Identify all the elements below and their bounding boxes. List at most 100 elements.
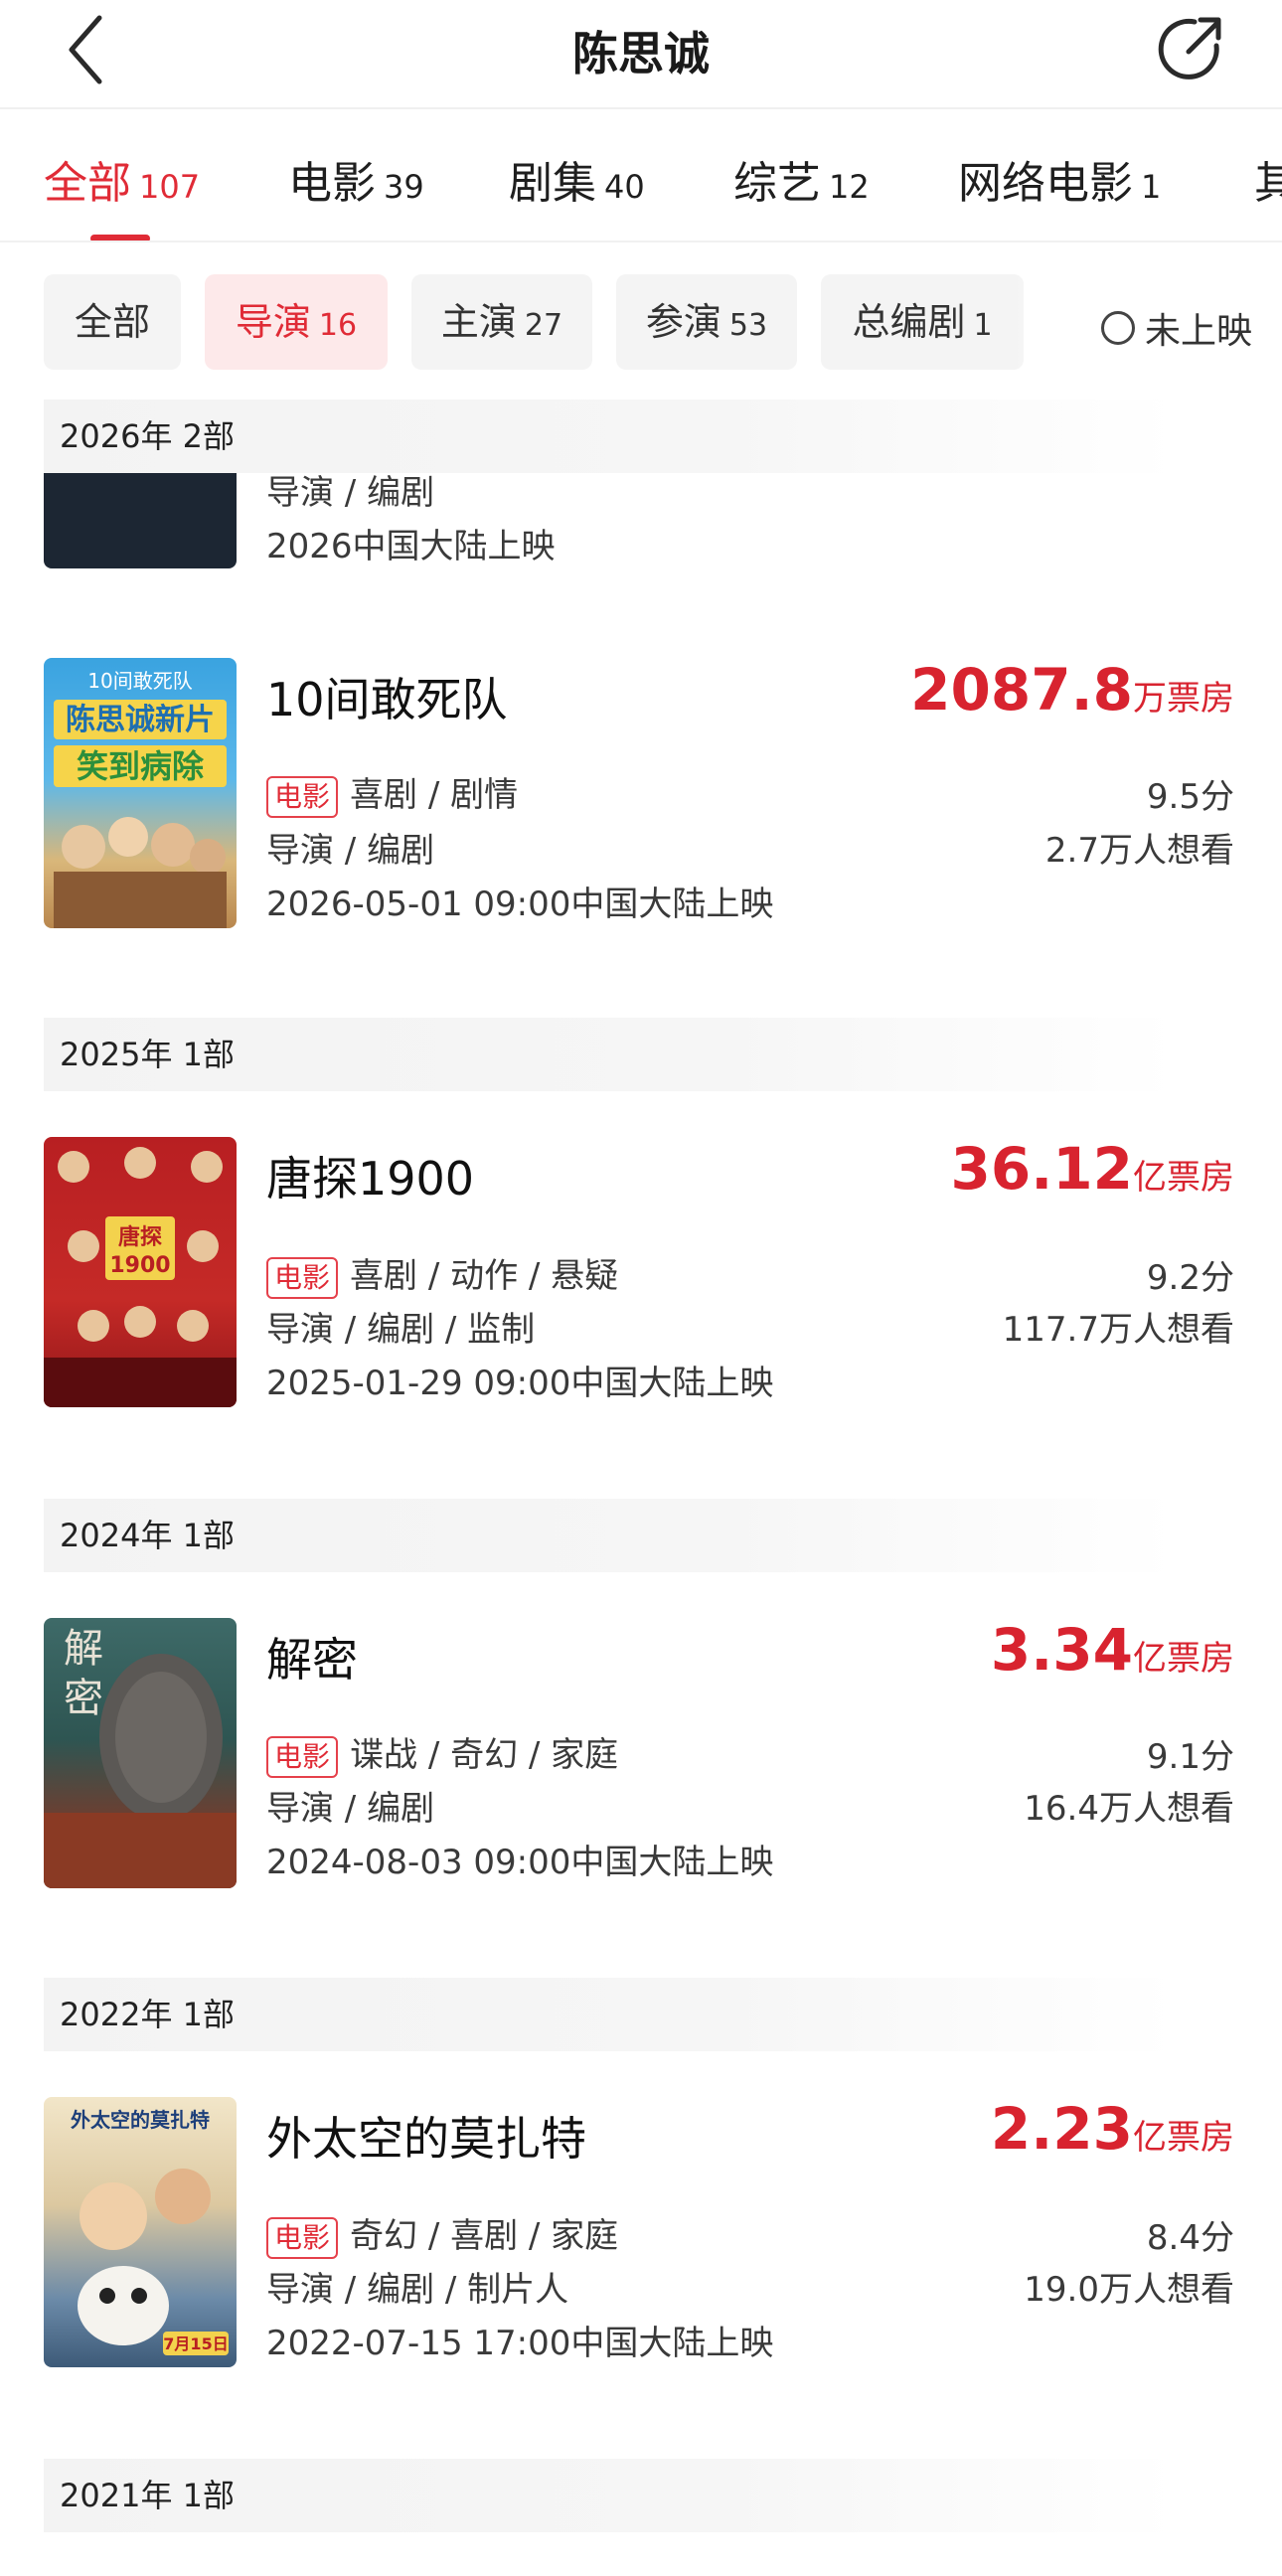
poster-text: 7月15日: [163, 2334, 228, 2353]
box-office: 2.23亿票房: [991, 2095, 1234, 2163]
year-header: 2022年 1部: [44, 1978, 1177, 2051]
box-value: 36.12: [950, 1135, 1133, 1203]
movie-genres: 电影 喜剧 / 动作 / 悬疑: [266, 1248, 618, 1299]
movie-title[interactable]: 10间敢死队: [266, 664, 508, 729]
movie-roles: 导演 / 编剧: [266, 831, 435, 871]
filter-lead-actor[interactable]: 主演 27: [411, 274, 592, 370]
movie-wish-count: 16.4万人想看: [1024, 1789, 1234, 1829]
movie-score: 9.2分: [1146, 1258, 1234, 1298]
filter-all[interactable]: 全部: [44, 274, 181, 370]
radio-icon: [1100, 311, 1135, 345]
unreleased-toggle[interactable]: 未上映: [1100, 302, 1252, 354]
poster-image[interactable]: 10间敢死队 陈思诚新片 笑到病除: [44, 658, 237, 928]
box-office: 36.12亿票房: [951, 1135, 1234, 1203]
tab-label: 其: [1254, 158, 1282, 209]
poster-image[interactable]: 唐探 1900: [44, 1137, 237, 1407]
poster-text: 外太空的莫扎特: [71, 2108, 210, 2132]
poster-text: 笑到病除: [77, 747, 205, 785]
poster-text: 1900: [109, 1253, 170, 1278]
chip-count: 1: [973, 308, 993, 343]
movie-release: 2022-07-15 17:00中国大陆上映: [266, 2324, 774, 2363]
tab-count: 40: [604, 168, 645, 206]
tab-count: 1: [1141, 168, 1162, 206]
filter-director[interactable]: 导演 16: [205, 274, 388, 370]
type-tag: 电影: [266, 1256, 339, 1299]
tab-series[interactable]: 剧集 40: [509, 147, 645, 211]
chip-count: 27: [524, 308, 563, 343]
year-header: 2024年 1部: [44, 1499, 1177, 1572]
tab-label: 综艺: [733, 158, 821, 209]
genre-text: 喜剧 / 动作 / 悬疑: [350, 1256, 619, 1296]
tab-count: 107: [139, 168, 201, 206]
tab-variety[interactable]: 综艺 12: [733, 147, 870, 211]
genre-text: 谍战 / 奇幻 / 家庭: [350, 1735, 619, 1775]
box-value: 2.23: [990, 2095, 1133, 2163]
box-unit: 亿票房: [1133, 2118, 1234, 2158]
chip-label: 参演: [645, 300, 721, 344]
share-button[interactable]: [1155, 12, 1226, 83]
poster-text: 唐探: [118, 1224, 162, 1250]
chip-count: 53: [728, 308, 768, 343]
tab-all[interactable]: 全部 107: [44, 147, 200, 211]
poster-art: 解 密: [44, 1626, 237, 1888]
type-tag: 电影: [266, 775, 339, 818]
category-tabs: 全部107 电影39 剧集40 综艺12 网络电影1 其: [0, 111, 1282, 242]
poster-image[interactable]: 解 密: [44, 1618, 237, 1888]
filter-head-writer[interactable]: 总编剧 1: [821, 274, 1024, 370]
movie-roles: 导演 / 编剧: [266, 1789, 435, 1829]
tab-count: 12: [829, 168, 870, 206]
movie-release: 2026中国大陆上映: [266, 527, 556, 566]
tab-label: 全部: [44, 158, 131, 209]
movie-genres: 电影 谍战 / 奇幻 / 家庭: [266, 1727, 618, 1778]
movie-score: 8.4分: [1146, 2218, 1234, 2258]
movie-title[interactable]: 解密: [266, 1624, 358, 1690]
scroll-fade: [1014, 274, 1103, 370]
movie-score: 9.5分: [1146, 777, 1234, 817]
genre-text: 喜剧 / 剧情: [350, 775, 519, 815]
year-header: 2021年 1部: [44, 2459, 1177, 2532]
movie-roles: 导演 / 编剧 / 监制: [266, 1310, 536, 1350]
share-icon: [1158, 17, 1221, 80]
type-tag: 电影: [266, 2216, 339, 2259]
poster-text: 解: [64, 1626, 103, 1672]
movie-genres: 电影 奇幻 / 喜剧 / 家庭: [266, 2208, 618, 2259]
tab-label: 网络电影: [958, 158, 1133, 209]
box-value: 3.34: [990, 1616, 1133, 1684]
movie-genres: 电影 喜剧 / 剧情: [266, 767, 518, 818]
unreleased-label: 未上映: [1144, 311, 1252, 352]
tab-web-movie[interactable]: 网络电影 1: [958, 147, 1161, 211]
poster-art: 外太空的莫扎特 7月15日: [71, 2108, 229, 2355]
movie-roles: 导演 / 编剧 / 制片人: [266, 2270, 569, 2310]
chip-label: 主演: [440, 300, 517, 344]
year-header: 2025年 1部: [44, 1018, 1177, 1091]
page-title: 陈思诚: [572, 27, 710, 80]
poster-text: 陈思诚新片: [66, 703, 215, 737]
poster-image[interactable]: 外太空的莫扎特 7月15日: [44, 2097, 237, 2367]
role-filter-bar: 全部 导演 16 主演 27 参演 53 总编剧 1 未上映: [0, 244, 1282, 396]
poster-text: 10间敢死队: [87, 669, 192, 693]
box-unit: 亿票房: [1133, 1639, 1234, 1679]
movie-release: 2025-01-29 09:00中国大陆上映: [266, 1364, 774, 1403]
poster-image[interactable]: [44, 473, 237, 568]
chip-label: 导演: [235, 300, 311, 344]
filter-cast[interactable]: 参演 53: [616, 274, 797, 370]
movie-score: 9.1分: [1146, 1737, 1234, 1777]
year-header: 2026年 2部: [44, 400, 1177, 473]
movie-release: 2026-05-01 09:00中国大陆上映: [266, 885, 774, 924]
chip-label: 全部: [74, 300, 150, 344]
movie-wish-count: 19.0万人想看: [1024, 2270, 1234, 2310]
tab-movie[interactable]: 电影 39: [288, 147, 424, 211]
movie-title[interactable]: 唐探1900: [266, 1143, 474, 1208]
movie-wish-count: 2.7万人想看: [1044, 831, 1234, 871]
movie-release: 2024-08-03 09:00中国大陆上映: [266, 1843, 774, 1882]
genre-text: 奇幻 / 喜剧 / 家庭: [350, 2216, 619, 2256]
box-office: 2087.8万票房: [910, 656, 1234, 724]
box-unit: 万票房: [1133, 679, 1234, 719]
tab-label: 电影: [288, 158, 376, 209]
chip-count: 16: [318, 308, 358, 343]
box-unit: 亿票房: [1133, 1158, 1234, 1198]
tab-other[interactable]: 其: [1254, 147, 1282, 211]
chip-label: 总编剧: [852, 300, 966, 344]
movie-title[interactable]: 外太空的莫扎特: [266, 2103, 586, 2169]
box-office: 3.34亿票房: [991, 1616, 1234, 1684]
